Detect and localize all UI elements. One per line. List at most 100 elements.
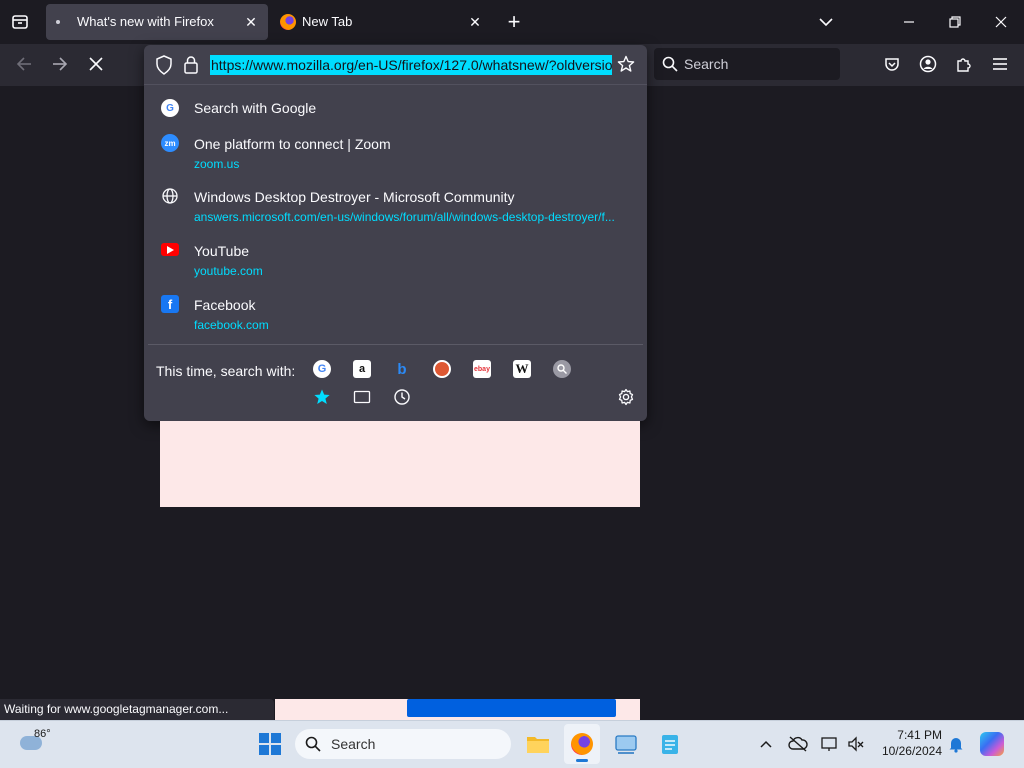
- chevron-down-icon: [819, 18, 833, 27]
- suggestion-url: youtube.com: [194, 264, 263, 278]
- minimize-icon: [904, 21, 914, 23]
- status-panel: Waiting for www.googletagmanager.com...: [0, 699, 274, 720]
- suggestion-url: zoom.us: [194, 157, 240, 171]
- amazon-icon[interactable]: a: [353, 360, 371, 378]
- bookmark-star-icon[interactable]: [617, 55, 635, 73]
- suggestion-title: One platform to connect | Zoom: [194, 136, 391, 152]
- restore-icon: [949, 16, 961, 28]
- loading-dot-icon: [56, 20, 60, 24]
- suggestion-title: Windows Desktop Destroyer - Microsoft Co…: [194, 189, 515, 205]
- account-icon: [919, 55, 937, 73]
- stop-loading-button[interactable]: [80, 48, 112, 80]
- bookmarks-star-icon[interactable]: [313, 388, 331, 406]
- facebook-icon: f: [161, 295, 179, 313]
- notepad-button[interactable]: [654, 728, 686, 760]
- tab-title: New Tab: [302, 14, 353, 29]
- suggestion-row-facebook[interactable]: f Facebook facebook.com: [144, 290, 647, 336]
- bing-icon[interactable]: b: [393, 360, 411, 378]
- page-content-panel: [160, 421, 640, 507]
- clock-date: 10/26/2024: [881, 744, 942, 758]
- clock-time: 7:41 PM: [897, 728, 942, 742]
- weather-widget[interactable]: 86°: [18, 728, 62, 760]
- folder-icon: [527, 737, 549, 753]
- suggestion-title: YouTube: [194, 243, 250, 259]
- snipping-tool-icon: [615, 735, 637, 754]
- tab-overflow-button[interactable]: [810, 6, 842, 38]
- suggestion-title: Facebook: [194, 297, 256, 313]
- pocket-button[interactable]: [876, 48, 908, 80]
- suggestion-row-search-google[interactable]: G Search with Google: [144, 90, 647, 126]
- search-bar[interactable]: Search: [654, 48, 840, 80]
- file-explorer-button[interactable]: [522, 728, 554, 760]
- snipping-tool-button[interactable]: [610, 728, 642, 760]
- cloud-offline-icon: [788, 736, 808, 752]
- divider: [148, 344, 643, 345]
- onedrive-button[interactable]: [782, 728, 814, 760]
- tab-title: What's new with Firefox: [77, 14, 214, 29]
- lock-icon[interactable]: [183, 55, 199, 75]
- arrow-right-icon: [53, 57, 68, 71]
- pocket-icon: [885, 58, 899, 71]
- google-icon[interactable]: G: [313, 360, 331, 378]
- close-tab-button[interactable]: ✕: [242, 13, 260, 31]
- windows-logo-icon: [259, 733, 281, 755]
- list-all-tabs-button[interactable]: [4, 6, 36, 38]
- forward-button[interactable]: [44, 48, 76, 80]
- url-input[interactable]: https://www.mozilla.org/en-US/firefox/12…: [210, 55, 612, 75]
- speaker-muted-icon: [848, 736, 864, 752]
- show-hidden-icons-button[interactable]: [750, 728, 782, 760]
- chevron-up-icon: [760, 740, 772, 748]
- suggestion-row-zoom[interactable]: zm One platform to connect | Zoom zoom.u…: [144, 129, 647, 175]
- history-icon[interactable]: [393, 388, 411, 406]
- firefox-taskbar-button[interactable]: [564, 724, 600, 764]
- clock[interactable]: 7:41 PM 10/26/2024: [872, 727, 942, 761]
- start-button[interactable]: [254, 728, 286, 760]
- app-menu-button[interactable]: [984, 48, 1016, 80]
- tabs-icon[interactable]: [353, 388, 371, 406]
- close-window-button[interactable]: [985, 6, 1017, 38]
- duckduckgo-icon[interactable]: [433, 360, 451, 378]
- copilot-button[interactable]: [976, 728, 1008, 760]
- plus-icon: +: [507, 9, 521, 34]
- tracking-protection-icon[interactable]: [155, 55, 173, 75]
- close-icon: [995, 16, 1007, 28]
- extensions-button[interactable]: [948, 48, 980, 80]
- stop-icon: [89, 57, 103, 71]
- volume-button[interactable]: [840, 728, 872, 760]
- search-icon: [305, 736, 321, 752]
- taskbar-search-placeholder: Search: [331, 736, 376, 752]
- search-settings-gear-icon[interactable]: [617, 388, 635, 406]
- network-icon: [821, 737, 837, 751]
- taskbar-search[interactable]: Search: [295, 729, 511, 759]
- notepad-icon: [662, 735, 678, 754]
- tab-new-tab[interactable]: New Tab ✕: [270, 4, 492, 40]
- account-button[interactable]: [912, 48, 944, 80]
- copilot-icon: [980, 732, 1004, 756]
- search-placeholder: Search: [684, 56, 729, 72]
- hamburger-icon: [993, 58, 1007, 70]
- ebay-icon[interactable]: ebay: [473, 360, 491, 378]
- suggestion-row-youtube[interactable]: YouTube youtube.com: [144, 236, 647, 282]
- address-bar[interactable]: https://www.mozilla.org/en-US/firefox/12…: [144, 45, 647, 85]
- page-cta-button[interactable]: [407, 699, 616, 717]
- wikipedia-icon[interactable]: W: [513, 360, 531, 378]
- google-icon: G: [161, 99, 179, 117]
- new-tab-button[interactable]: +: [498, 6, 530, 38]
- arrow-left-icon: [16, 57, 31, 71]
- globe-icon: [161, 187, 179, 205]
- search-engine-icon[interactable]: [553, 360, 571, 378]
- oneoff-search-label: This time, search with:: [156, 363, 296, 379]
- minimize-button[interactable]: [893, 6, 925, 38]
- bell-icon: [949, 738, 963, 753]
- zoom-icon: zm: [161, 134, 179, 152]
- suggestion-title: Search with Google: [194, 100, 317, 116]
- tab-whats-new[interactable]: What's new with Firefox ✕: [46, 4, 268, 40]
- back-button[interactable]: [8, 48, 40, 80]
- weather-temp: 86°: [34, 728, 51, 740]
- suggestion-row-microsoft[interactable]: Windows Desktop Destroyer - Microsoft Co…: [144, 182, 647, 228]
- youtube-icon: [161, 243, 179, 256]
- restore-button[interactable]: [939, 6, 971, 38]
- notifications-button[interactable]: [940, 728, 972, 760]
- active-app-indicator: [576, 759, 588, 762]
- close-tab-button[interactable]: ✕: [466, 13, 484, 31]
